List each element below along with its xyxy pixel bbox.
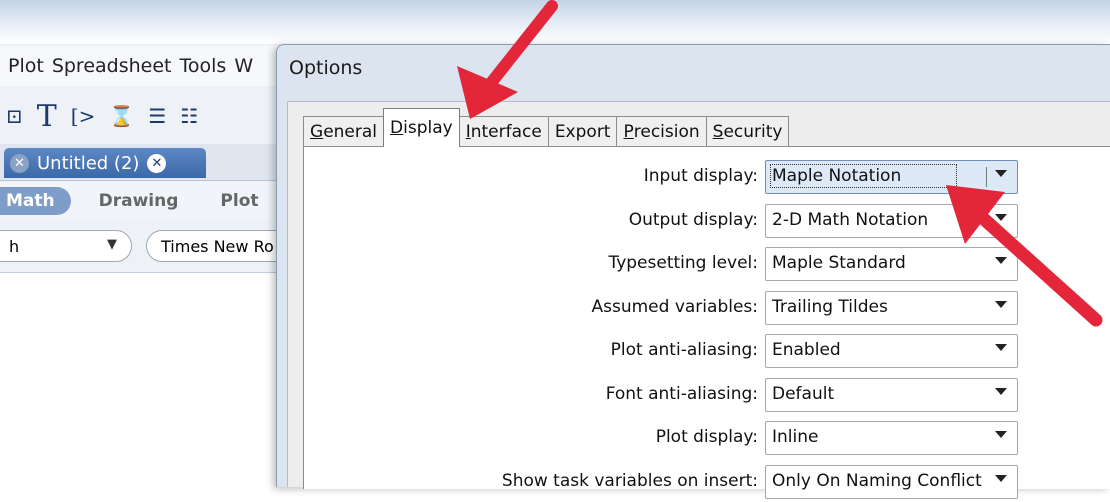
- output-display-label: Output display:: [628, 209, 758, 230]
- execution-group-icon[interactable]: [>: [71, 104, 96, 128]
- chevron-down-icon: ▼: [107, 237, 117, 252]
- plot-anti-aliasing-select-value: Enabled: [772, 340, 841, 360]
- input-display-label: Input display:: [643, 166, 758, 186]
- document-tab-label: Untitled (2): [37, 152, 140, 174]
- tab-export[interactable]: Ex port: [547, 116, 618, 147]
- assumed-variables-label: Assumed variables:: [591, 296, 759, 317]
- close-icon[interactable]: ✕: [10, 153, 29, 173]
- background-title-bar: [0, 0, 1110, 44]
- chevron-down-icon[interactable]: [995, 170, 1007, 177]
- font-anti-aliasing-select-value: Default: [772, 383, 835, 404]
- chevron-down-icon[interactable]: [995, 300, 1007, 308]
- plot-display-select[interactable]: Inline: [765, 421, 1018, 455]
- display-settings-panel: Input display: Maple Notation Output displ…: [303, 146, 1110, 499]
- setting-row-output-display: Output display: 2-D Math Notation: [304, 203, 1110, 241]
- tab-display[interactable]: Display: [383, 108, 460, 147]
- select-divider: [986, 167, 987, 187]
- background-toolbar: ⊡ T [> ⌛ ☰ ☷: [0, 88, 306, 144]
- plot-display-select-value: Inline: [772, 427, 819, 447]
- menu-spreadsheet[interactable]: Spreadsheet: [52, 55, 172, 77]
- chevron-down-icon[interactable]: [995, 431, 1007, 438]
- document-canvas[interactable]: [0, 273, 300, 487]
- tab-precision[interactable]: Precision: [616, 116, 707, 147]
- document-tab-untitled-2[interactable]: ✕ Untitled (2) ✕: [4, 148, 206, 178]
- font-anti-aliasing-label: Font anti-aliasing:: [605, 383, 758, 404]
- font-anti-aliasing-select[interactable]: Default: [765, 377, 1018, 412]
- font-select-value: Times New Ro: [161, 236, 274, 256]
- assumed-variables-select[interactable]: Trailing Tildes: [765, 290, 1018, 325]
- tab-label-mnemonic: D: [390, 118, 404, 138]
- setting-row-typesetting-level: Typesetting level: Maple Standard: [304, 246, 1110, 284]
- input-display-select[interactable]: Maple Notation: [765, 160, 1018, 194]
- indent-icon[interactable]: ☰: [148, 104, 166, 128]
- show-task-variables-on-insert-select[interactable]: Only On Naming Conflict: [765, 464, 1018, 499]
- tab-label-prefix: Ex: [554, 122, 576, 142]
- output-display-select[interactable]: 2-D Math Notation: [765, 203, 1018, 238]
- typesetting-level-label: Typesetting level:: [608, 253, 758, 273]
- setting-row-plot-anti-aliasing: Plot anti-aliasing: Enabled: [304, 333, 1110, 371]
- style-select-value: h: [9, 236, 20, 256]
- mode-plot-button[interactable]: Plot: [220, 191, 258, 211]
- input-display-select-value: Maple Notation: [769, 164, 958, 188]
- mode-drawing-button[interactable]: Drawing: [99, 191, 179, 211]
- options-dialog: Options General Display Interface Ex port Pre…: [276, 44, 1110, 499]
- tab-label-mnemonic: P: [623, 122, 634, 142]
- tab-label-rest: ecurity: [723, 122, 783, 142]
- text-mode-icon[interactable]: T: [37, 99, 57, 134]
- chevron-down-icon[interactable]: [995, 387, 1007, 395]
- assumed-variables-select-value: Trailing Tildes: [772, 296, 888, 317]
- tab-label-rest: recision: [633, 122, 700, 142]
- plot-anti-aliasing-select[interactable]: Enabled: [765, 334, 1018, 368]
- tab-label-rest: port: [575, 122, 611, 142]
- plot-display-label: Plot display:: [655, 427, 758, 447]
- mode-switch-row: Math Drawing Plot: [0, 182, 300, 220]
- output-display-select-value: 2-D Math Notation: [772, 209, 929, 230]
- setting-row-assumed-variables: Assumed variables: Trailing Tildes: [304, 290, 1110, 328]
- grid-icon[interactable]: ⊡: [6, 104, 23, 128]
- menu-plot[interactable]: Plot: [8, 55, 44, 77]
- tab-label-rest: eneral: [323, 122, 378, 142]
- plot-anti-aliasing-label: Plot anti-aliasing:: [610, 340, 758, 360]
- close-icon[interactable]: ✕: [147, 153, 167, 173]
- chevron-down-icon[interactable]: [995, 474, 1007, 482]
- options-tab-bar: General Display Interface Ex port Precision Se…: [303, 107, 790, 147]
- tab-general[interactable]: General: [303, 116, 385, 147]
- typesetting-level-select-value: Maple Standard: [772, 253, 906, 273]
- menu-tools[interactable]: Tools: [180, 55, 227, 77]
- show-task-variables-on-insert-label: Show task variables on insert:: [501, 470, 758, 491]
- tab-security[interactable]: Security: [705, 116, 790, 147]
- show-task-variables-on-insert-select-value: Only On Naming Conflict: [772, 470, 982, 491]
- format-toolbar-row: h ▼ Times New Ro: [0, 222, 306, 273]
- hourglass-icon[interactable]: ⌛: [109, 104, 134, 128]
- tab-label-rest: isplay: [403, 118, 453, 138]
- typesetting-level-select[interactable]: Maple Standard: [765, 247, 1018, 281]
- setting-row-show-task-variables-on-insert: Show task variables on insert: Only On Na…: [304, 464, 1110, 502]
- style-select[interactable]: h ▼: [0, 230, 132, 262]
- tab-interface[interactable]: Interface: [458, 116, 549, 147]
- menu-window[interactable]: W: [234, 55, 253, 77]
- chevron-down-icon[interactable]: [995, 257, 1007, 264]
- tab-label-rest: nterface: [470, 122, 542, 142]
- outdent-icon[interactable]: ☷: [180, 104, 198, 128]
- background-menu-bar: Plot Spreadsheet Tools W: [0, 46, 308, 86]
- chevron-down-icon[interactable]: [995, 213, 1007, 221]
- setting-row-input-display: Input display: Maple Notation: [304, 159, 1110, 197]
- tab-label-mnemonic: G: [310, 122, 324, 142]
- setting-row-font-anti-aliasing: Font anti-aliasing: Default: [304, 377, 1110, 415]
- mode-math-button[interactable]: Math: [0, 187, 71, 215]
- tab-label-mnemonic: S: [712, 122, 724, 142]
- chevron-down-icon[interactable]: [995, 344, 1007, 351]
- dialog-title: Options: [289, 57, 363, 79]
- document-tab-strip: ✕ Untitled (2) ✕: [0, 144, 300, 181]
- setting-row-plot-display: Plot display: Inline: [304, 420, 1110, 458]
